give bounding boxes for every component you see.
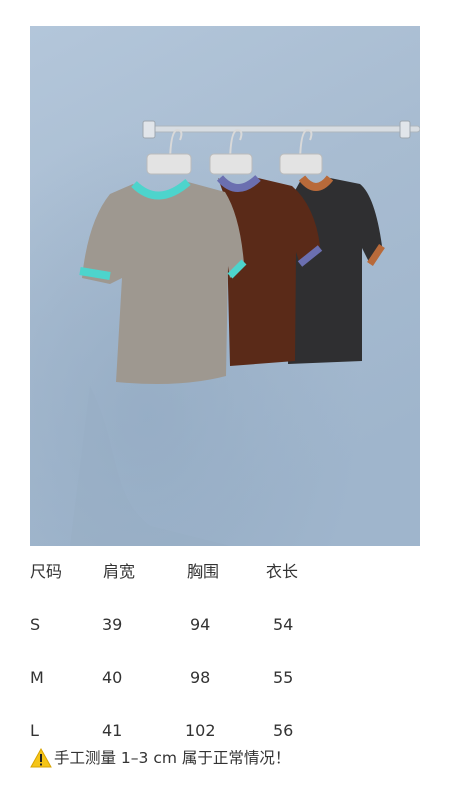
header-shoulder: 肩宽 [103, 562, 136, 581]
row-s-chest: 94 [190, 615, 211, 634]
row-m-chest: 98 [190, 668, 211, 687]
header-size: 尺码 [30, 562, 63, 581]
row-l-length: 56 [273, 721, 294, 740]
header-length: 衣长 [266, 562, 299, 581]
row-l-shoulder: 41 [102, 721, 123, 740]
row-l-size: L [30, 721, 39, 740]
row-m-size: M [30, 668, 44, 687]
row-l-chest: 102 [185, 721, 216, 740]
row-s-shoulder: 39 [102, 615, 123, 634]
row-s-size: S [30, 615, 41, 634]
row-m-shoulder: 40 [102, 668, 123, 687]
row-s-length: 54 [273, 615, 294, 634]
header-chest: 胸围 [187, 562, 220, 581]
note-text: 手工测量 1–3 cm 属于正常情况！ [54, 749, 291, 767]
product-photo [30, 26, 420, 546]
measurement-note: 手工测量 1–3 cm 属于正常情况！ [30, 747, 290, 769]
row-m-length: 55 [273, 668, 294, 687]
warning-icon [30, 748, 52, 768]
